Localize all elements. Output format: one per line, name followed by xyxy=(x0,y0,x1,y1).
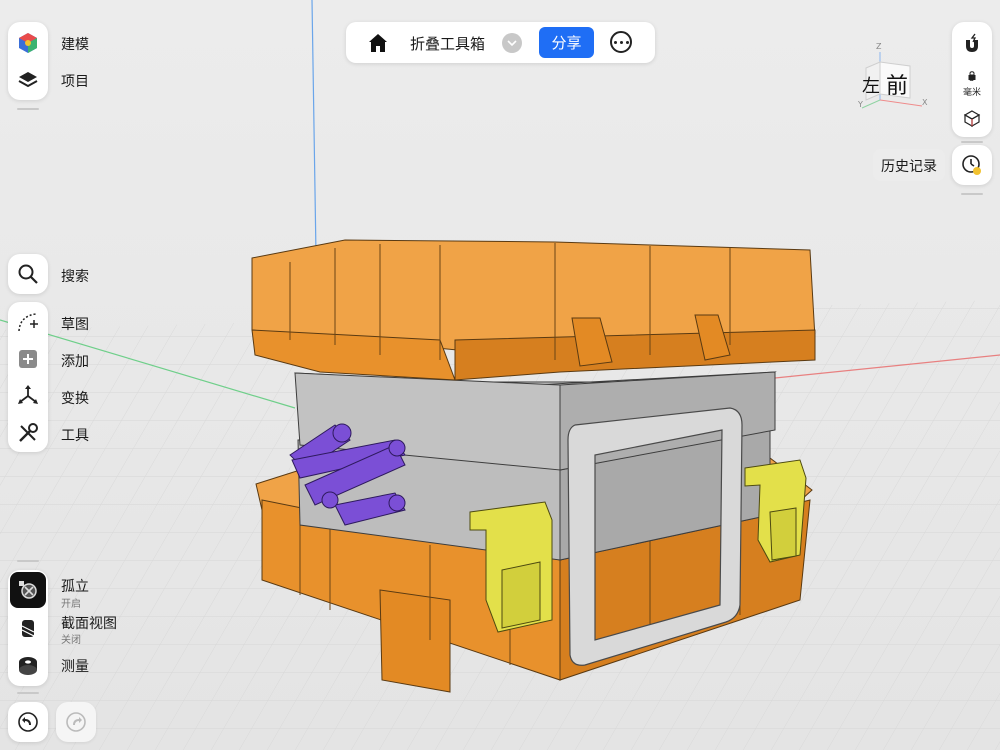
view-cube-left-face[interactable]: 左 xyxy=(862,72,880,98)
left-tools-toolbar xyxy=(8,302,48,452)
divider xyxy=(961,193,983,195)
section-view-icon[interactable] xyxy=(10,610,46,646)
section-view-label[interactable]: 截面视图 xyxy=(61,613,117,633)
home-icon[interactable] xyxy=(366,31,390,55)
isolate-label[interactable]: 孤立 xyxy=(61,576,89,596)
divider xyxy=(17,692,39,694)
bottom-case-corner xyxy=(379,589,451,693)
more-icon[interactable] xyxy=(610,31,632,53)
undo-icon[interactable] xyxy=(10,704,46,740)
section-view-status: 关闭 xyxy=(61,635,81,646)
search-label[interactable]: 搜索 xyxy=(61,266,89,286)
sketch-icon[interactable] xyxy=(10,304,46,340)
model-icon[interactable] xyxy=(10,25,46,61)
left-top-toolbar xyxy=(8,22,48,100)
view-cube-front-face[interactable]: 前 xyxy=(886,68,908,100)
isolate-icon[interactable] xyxy=(10,572,46,608)
divider xyxy=(17,560,39,562)
search-panel xyxy=(8,254,48,294)
snap-panel: 5 毫米 xyxy=(952,22,992,137)
view-cube-icon[interactable] xyxy=(954,100,990,136)
tools-label[interactable]: 工具 xyxy=(61,425,89,445)
divider xyxy=(961,141,983,143)
undo-button[interactable] xyxy=(8,702,48,742)
isolate-status: 开启 xyxy=(61,599,81,610)
transform-label[interactable]: 变换 xyxy=(61,388,89,408)
sketch-label[interactable]: 草图 xyxy=(61,314,89,334)
history-panel xyxy=(952,145,992,185)
redo-icon[interactable] xyxy=(58,704,94,740)
divider xyxy=(17,108,39,110)
share-button[interactable]: 分享 xyxy=(539,27,594,58)
tools-icon[interactable] xyxy=(10,415,46,451)
snap-unit[interactable]: 毫米 xyxy=(952,85,992,98)
layers-icon[interactable] xyxy=(10,62,46,98)
measure-icon[interactable] xyxy=(10,647,46,683)
history-label-box[interactable]: 历史记录 xyxy=(873,149,945,181)
redo-button[interactable] xyxy=(56,702,96,742)
project-label[interactable]: 项目 xyxy=(61,71,89,91)
lock-icon xyxy=(968,65,976,80)
3d-viewport[interactable] xyxy=(0,0,1000,750)
search-icon[interactable] xyxy=(10,256,46,292)
measure-label[interactable]: 测量 xyxy=(61,656,89,676)
document-title[interactable]: 折叠工具箱 xyxy=(410,33,485,54)
transform-icon[interactable] xyxy=(10,378,46,414)
axis-x-label: X xyxy=(922,98,928,107)
orientation-view-cube[interactable]: 前 左 Z X Y xyxy=(856,40,934,116)
add-label[interactable]: 添加 xyxy=(61,351,89,371)
chevron-down-icon[interactable] xyxy=(502,33,522,53)
axis-z-label: Z xyxy=(876,42,882,51)
snap-value[interactable]: 5 xyxy=(952,74,992,85)
top-bar: 折叠工具箱 分享 xyxy=(346,22,655,63)
left-bottom-toolbar xyxy=(8,570,48,686)
history-label[interactable]: 历史记录 xyxy=(881,156,937,176)
modeling-label[interactable]: 建模 xyxy=(61,34,89,54)
add-icon[interactable] xyxy=(10,341,46,377)
magnet-icon[interactable] xyxy=(954,26,990,62)
history-clock-icon[interactable] xyxy=(954,147,990,183)
axis-y-label: Y xyxy=(858,100,863,109)
